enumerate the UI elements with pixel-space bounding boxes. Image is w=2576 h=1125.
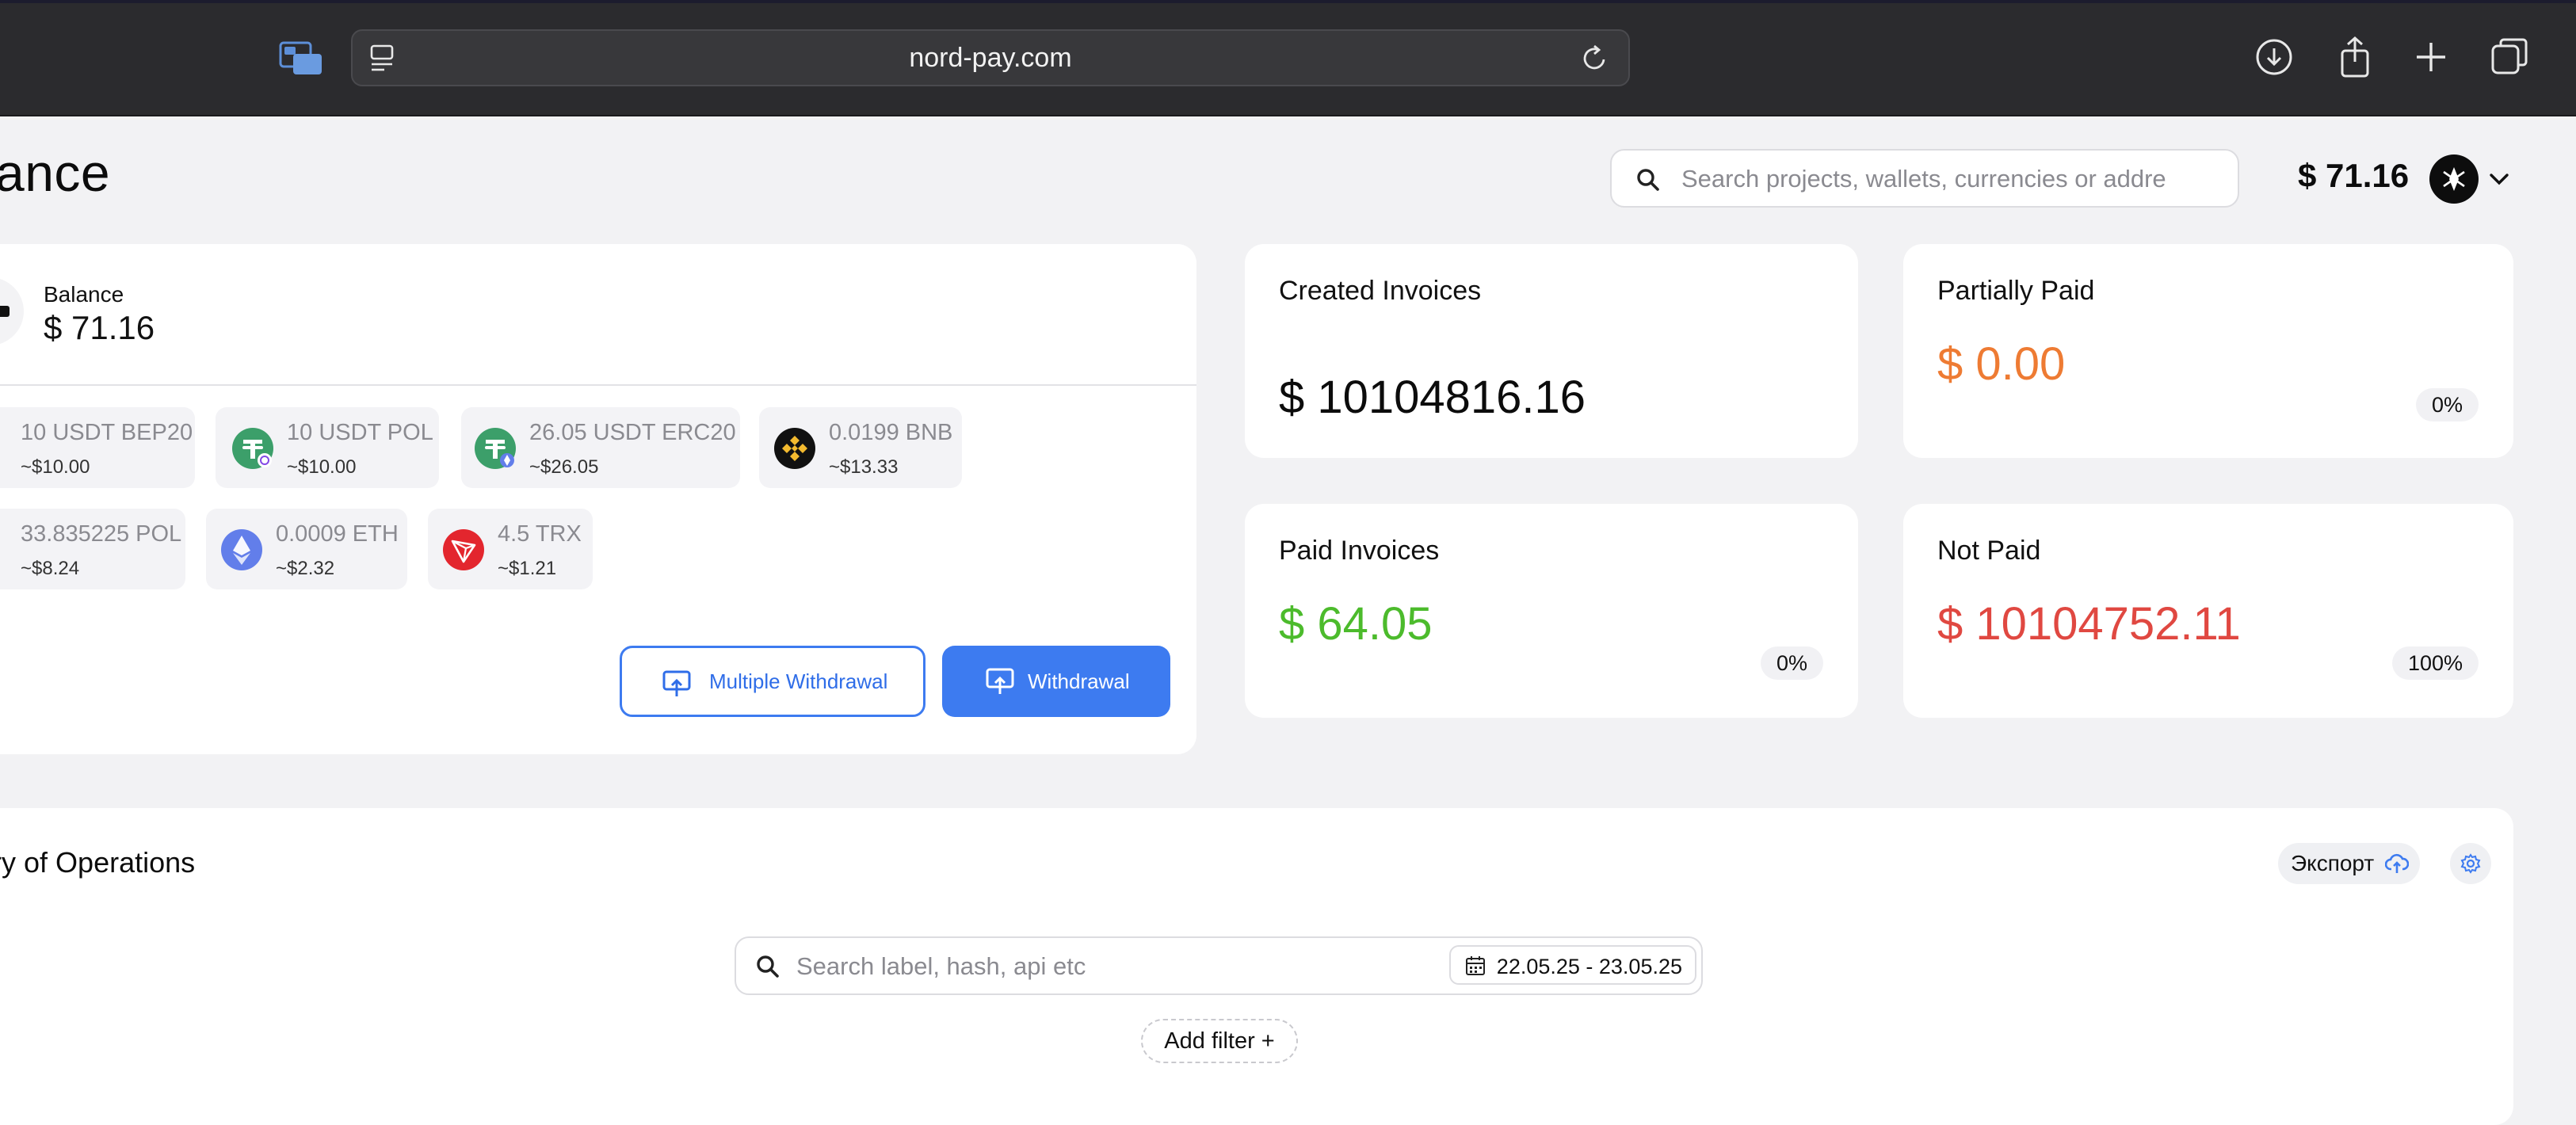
coin-item-eth[interactable]: 0.0009 ETH ~$2.32 <box>206 509 407 589</box>
gear-icon <box>2460 853 2481 874</box>
coin-item-usdt-erc20[interactable]: 26.05 USDT ERC20 ~$26.05 <box>461 407 740 488</box>
coin-item-trx[interactable]: 4.5 TRX ~$1.21 <box>428 509 593 589</box>
stat-title: Paid Invoices <box>1279 536 1440 566</box>
not-paid-card[interactable]: Not Paid $ 10104752.11 100% <box>1903 504 2513 718</box>
downloads-icon[interactable] <box>2252 35 2296 79</box>
add-filter-button[interactable]: Add filter + <box>1141 1019 1298 1063</box>
header-balance: $ 71.16 <box>2298 157 2410 194</box>
operations-search[interactable]: 22.05.25 - 23.05.25 <box>735 936 1703 995</box>
coin-item-pol[interactable]: 33.835225 POL ~$8.24 <box>0 509 185 589</box>
coin-usd-value: ~$10.00 <box>287 456 357 478</box>
reload-icon[interactable] <box>1578 42 1611 75</box>
coin-usd-value: ~$1.21 <box>498 558 557 579</box>
window-top-edge <box>0 0 2576 3</box>
stat-title: Created Invoices <box>1279 276 1482 306</box>
percent-badge: 0% <box>1760 646 1823 680</box>
history-title: tory of Operations <box>0 846 196 879</box>
coin-usd-value: ~$26.05 <box>529 456 599 478</box>
tab-overview-icon[interactable] <box>279 40 323 76</box>
ethereum-icon <box>221 529 262 570</box>
coin-item-usdt-bep20[interactable]: 10 USDT BEP20 ~$10.00 <box>0 407 195 488</box>
table-settings-button[interactable] <box>2450 843 2491 884</box>
search-icon <box>1637 169 1659 191</box>
tabs-overview-icon[interactable] <box>2488 35 2532 79</box>
coin-amount: 4.5 TRX <box>498 521 582 547</box>
coin-amount: 33.835225 POL <box>21 521 182 547</box>
stat-value: $ 64.05 <box>1279 598 1433 650</box>
date-range-picker[interactable]: 22.05.25 - 23.05.25 <box>1448 945 1696 985</box>
paid-invoices-card[interactable]: Paid Invoices $ 64.05 0% <box>1245 504 1858 718</box>
coin-item-usdt-pol[interactable]: 10 USDT POL ~$10.00 <box>216 407 439 488</box>
balance-label: Balance <box>44 282 124 307</box>
withdrawal-label: Withdrawal <box>1028 669 1130 693</box>
coin-amount: 0.0199 BNB <box>829 420 953 445</box>
balance-card: Balance $ 71.16 10 USDT BEP20 ~$10.00 10… <box>0 244 1196 754</box>
global-search-input[interactable] <box>1680 151 2230 206</box>
export-button[interactable]: Экспорт <box>2278 843 2421 884</box>
withdraw-icon <box>662 670 691 696</box>
tether-pol-icon <box>232 428 273 469</box>
coin-amount: 26.05 USDT ERC20 <box>529 420 736 445</box>
tether-erc20-icon <box>475 428 516 469</box>
browser-toolbar: nord-pay.com <box>0 0 2576 116</box>
balance-wallet-icon <box>0 277 24 345</box>
percent-badge: 0% <box>2415 388 2479 421</box>
coin-usd-value: ~$13.33 <box>829 456 899 478</box>
page-title: ance <box>0 143 111 202</box>
url-text[interactable]: nord-pay.com <box>353 31 1628 85</box>
coin-amount: 10 USDT BEP20 <box>21 420 193 445</box>
stat-value: $ 10104816.16 <box>1279 372 1586 423</box>
created-invoices-card[interactable]: Created Invoices $ 10104816.16 <box>1245 244 1858 458</box>
export-label: Экспорт <box>2291 851 2375 875</box>
user-avatar[interactable] <box>2429 154 2479 204</box>
stat-value: $ 10104752.11 <box>1937 598 2241 650</box>
date-range-text: 22.05.25 - 23.05.25 <box>1496 955 1682 978</box>
balance-value: $ 71.16 <box>44 309 155 346</box>
history-card: tory of Operations Экспорт <box>0 808 2513 1125</box>
tron-icon <box>443 529 484 570</box>
search-icon <box>757 955 779 978</box>
coin-amount: 0.0009 ETH <box>276 521 399 547</box>
withdraw-icon <box>986 668 1014 694</box>
new-tab-icon[interactable] <box>2409 35 2453 79</box>
coin-amount: 10 USDT POL <box>287 420 433 445</box>
partially-paid-card[interactable]: Partially Paid $ 0.00 0% <box>1903 244 2513 458</box>
withdrawal-button[interactable]: Withdrawal <box>942 646 1170 717</box>
percent-badge: 100% <box>2391 646 2479 680</box>
global-search[interactable] <box>1610 149 2239 208</box>
coin-item-bnb[interactable]: 0.0199 BNB ~$13.33 <box>759 407 962 488</box>
operations-search-input[interactable] <box>795 938 1432 995</box>
avatar-logo-icon <box>2443 167 2465 191</box>
multiple-withdrawal-button[interactable]: Multiple Withdrawal <box>620 646 925 717</box>
coin-usd-value: ~$2.32 <box>276 558 335 579</box>
calendar-icon <box>1465 956 1485 975</box>
cloud-upload-icon <box>2385 853 2410 873</box>
multiple-withdrawal-label: Multiple Withdrawal <box>709 669 888 693</box>
address-bar[interactable]: nord-pay.com <box>351 29 1630 86</box>
divider <box>0 384 1196 386</box>
bnb-icon <box>774 428 815 469</box>
coin-usd-value: ~$10.00 <box>21 456 90 478</box>
share-icon[interactable] <box>2333 35 2377 79</box>
coin-usd-value: ~$8.24 <box>21 558 80 579</box>
stat-value: $ 0.00 <box>1937 338 2066 390</box>
chevron-down-icon[interactable] <box>2485 165 2513 193</box>
stat-title: Partially Paid <box>1937 276 2095 306</box>
stat-title: Not Paid <box>1937 536 2041 566</box>
